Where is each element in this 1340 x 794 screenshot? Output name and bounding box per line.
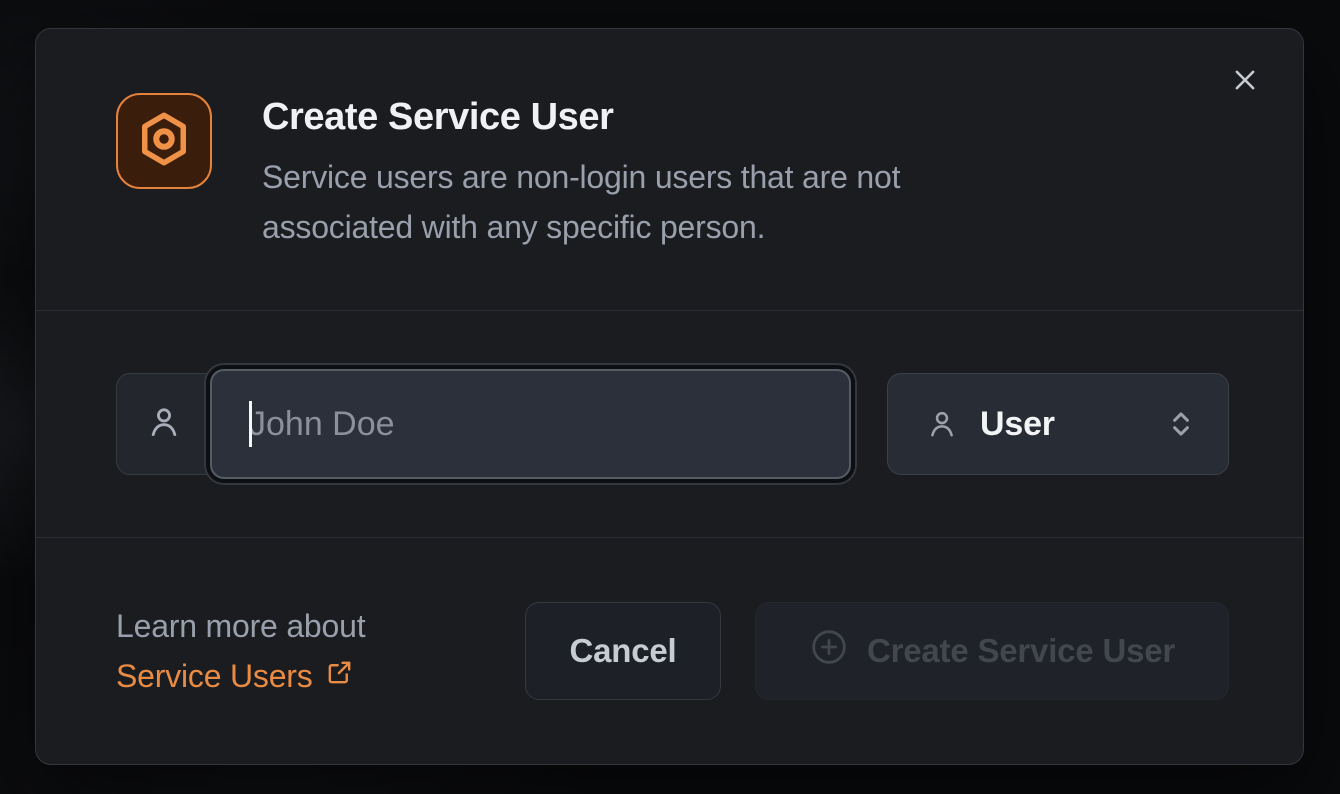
dialog-description: Service users are non-login users that a… — [262, 152, 900, 252]
role-select-value: User — [980, 405, 1055, 444]
cancel-button[interactable]: Cancel — [525, 602, 721, 700]
create-service-user-button[interactable]: Create Service User — [755, 602, 1229, 700]
plus-circle-icon — [809, 627, 849, 675]
service-user-hexagon-icon — [134, 107, 194, 176]
dialog-header: Create Service User Service users are no… — [36, 29, 1303, 311]
unfold-chevrons-icon — [1164, 407, 1198, 441]
name-input-wrap — [211, 374, 850, 474]
name-input[interactable] — [210, 369, 851, 479]
role-select[interactable]: User — [887, 373, 1229, 475]
person-icon — [926, 408, 958, 440]
close-button[interactable] — [1223, 59, 1267, 103]
dialog-description-line2: associated with any specific person. — [262, 202, 900, 252]
dialog-description-line1: Service users are non-login users that a… — [262, 152, 900, 202]
create-button-label: Create Service User — [867, 632, 1175, 670]
learn-more-prefix: Learn more about — [116, 601, 365, 651]
service-user-icon-tile — [116, 93, 212, 189]
create-service-user-dialog: Create Service User Service users are no… — [35, 28, 1304, 765]
close-icon — [1230, 65, 1260, 98]
text-caret — [249, 401, 252, 447]
name-field — [116, 373, 851, 475]
external-link-icon — [325, 651, 354, 701]
learn-more-text: Learn more about Service Users — [116, 601, 365, 701]
dialog-header-text: Create Service User Service users are no… — [262, 93, 900, 310]
dialog-title: Create Service User — [262, 94, 900, 140]
person-icon — [146, 404, 182, 445]
service-users-link[interactable]: Service Users — [116, 651, 354, 701]
dialog-body: User — [36, 311, 1303, 538]
service-users-link-label: Service Users — [116, 651, 313, 701]
footer-buttons: Cancel Create Service User — [525, 602, 1229, 700]
dialog-footer: Learn more about Service Users Cancel — [36, 538, 1303, 764]
name-field-prefix — [117, 404, 211, 445]
